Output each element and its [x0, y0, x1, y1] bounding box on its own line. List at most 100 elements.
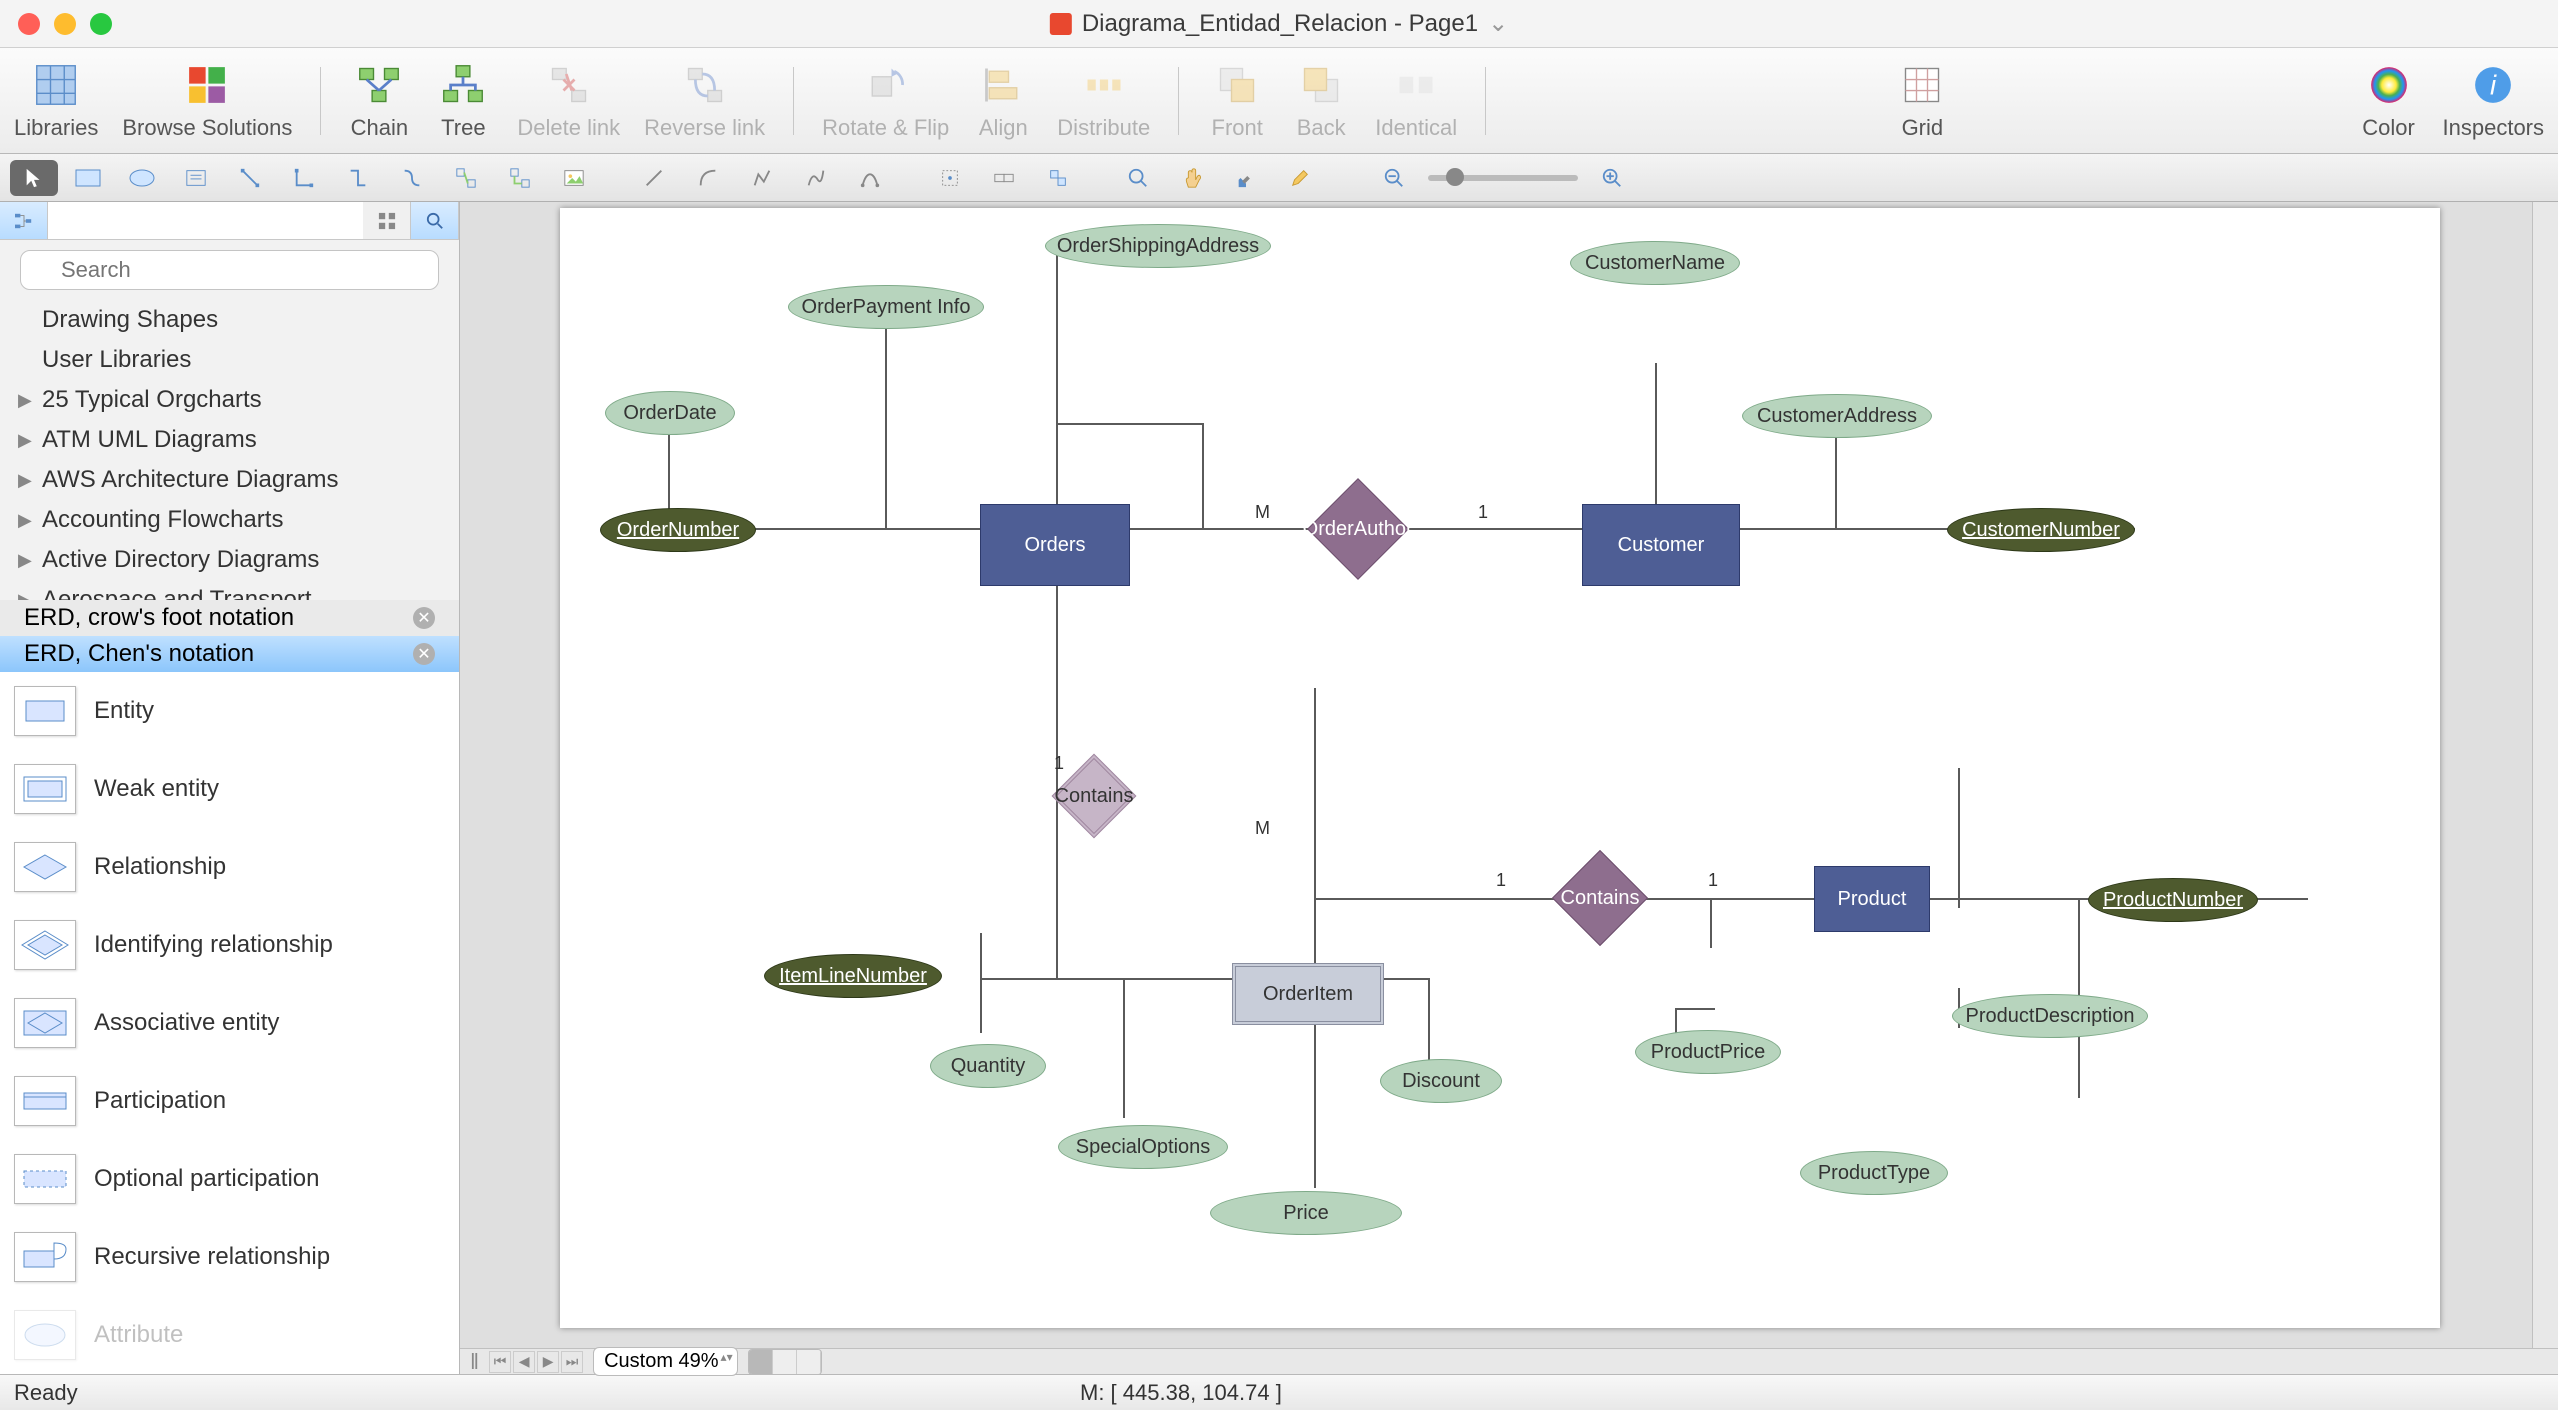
nav-first[interactable]: ⏮	[489, 1351, 511, 1373]
sidebar-tree-icon[interactable]	[0, 202, 48, 239]
lib-item-aws[interactable]: ▶AWS Architecture Diagrams	[0, 460, 459, 500]
canvas[interactable]: M 1 1 M 1 1 OrderDate OrderPayment Info …	[560, 208, 2440, 1328]
zoom-select[interactable]: Custom 49% ▴▾	[593, 1347, 738, 1376]
close-icon[interactable]: ✕	[413, 607, 435, 629]
lib-item-active-directory[interactable]: ▶Active Directory Diagrams	[0, 540, 459, 580]
shape-relationship[interactable]: Relationship	[0, 828, 459, 906]
eyedropper-tool[interactable]	[1222, 160, 1270, 196]
close-window-button[interactable]	[18, 13, 40, 35]
attr-customername[interactable]: CustomerName	[1570, 241, 1740, 285]
shape-identifying-relationship[interactable]: Identifying relationship	[0, 906, 459, 984]
selected-lib-chen[interactable]: ERD, Chen's notation ✕	[0, 636, 459, 672]
entity-orders[interactable]: Orders	[980, 504, 1130, 586]
connector-tool-3[interactable]	[334, 160, 382, 196]
shape-weak-entity[interactable]: Weak entity	[0, 750, 459, 828]
sidebar-search-icon[interactable]	[411, 202, 459, 239]
svg-text:i: i	[2490, 69, 2497, 100]
selected-lib-crows-foot[interactable]: ERD, crow's foot notation ✕	[0, 600, 459, 636]
attr-productdescription[interactable]: ProductDescription	[1952, 994, 2148, 1038]
close-icon[interactable]: ✕	[413, 643, 435, 665]
attr-price[interactable]: Price	[1210, 1191, 1402, 1235]
connector-tool-1[interactable]	[226, 160, 274, 196]
nav-prev[interactable]: ◀	[513, 1351, 535, 1373]
zoom-tool[interactable]	[1114, 160, 1162, 196]
lib-item-accounting[interactable]: ▶Accounting Flowcharts	[0, 500, 459, 540]
rect-tool[interactable]	[64, 160, 112, 196]
pointer-tool[interactable]	[10, 160, 58, 196]
lib-item-atm-uml[interactable]: ▶ATM UML Diagrams	[0, 420, 459, 460]
attr-productprice[interactable]: ProductPrice	[1635, 1030, 1781, 1074]
page-tabs[interactable]	[748, 1349, 822, 1375]
sidebar-grid-view-icon[interactable]	[363, 202, 411, 239]
chain-button[interactable]: Chain	[349, 61, 409, 141]
connector-tool-5[interactable]	[442, 160, 490, 196]
attr-orderpayment[interactable]: OrderPayment Info	[788, 285, 984, 329]
attr-orderdate[interactable]: OrderDate	[605, 391, 735, 435]
maximize-window-button[interactable]	[90, 13, 112, 35]
zoom-out-button[interactable]	[1370, 160, 1418, 196]
line-tool-4[interactable]	[792, 160, 840, 196]
shape-attribute[interactable]: Attribute	[0, 1296, 459, 1374]
canvas-area[interactable]: M 1 1 M 1 1 OrderDate OrderPayment Info …	[460, 202, 2532, 1348]
image-tool[interactable]	[550, 160, 598, 196]
ellipse-tool[interactable]	[118, 160, 166, 196]
collapse-icon[interactable]: ‖	[470, 1349, 479, 1375]
nav-last[interactable]: ⏭	[561, 1351, 583, 1373]
connector-tool-4[interactable]	[388, 160, 436, 196]
attr-discount[interactable]: Discount	[1380, 1059, 1502, 1103]
attr-customernumber[interactable]: CustomerNumber	[1947, 508, 2135, 552]
attr-itemlinenumber[interactable]: ItemLineNumber	[764, 954, 942, 998]
zoom-in-button[interactable]	[1588, 160, 1636, 196]
lib-item-orgcharts[interactable]: ▶25 Typical Orgcharts	[0, 380, 459, 420]
attr-producttype[interactable]: ProductType	[1800, 1151, 1948, 1195]
attr-ordershipping[interactable]: OrderShippingAddress	[1045, 224, 1271, 268]
library-search-input[interactable]	[20, 250, 439, 290]
rel-contains-2[interactable]: Contains	[1552, 850, 1648, 946]
snap-tool-2[interactable]	[980, 160, 1028, 196]
text-tool[interactable]	[172, 160, 220, 196]
attr-quantity[interactable]: Quantity	[930, 1044, 1046, 1088]
shape-list: Entity Weak entity Relationship Identify…	[0, 672, 459, 1374]
inspectors-button[interactable]: i Inspectors	[2443, 61, 2545, 141]
shape-participation[interactable]: Participation	[0, 1062, 459, 1140]
lib-item-drawing-shapes[interactable]: Drawing Shapes	[0, 300, 459, 340]
browse-solutions-button[interactable]: Browse Solutions	[122, 61, 292, 141]
line-tool-2[interactable]	[684, 160, 732, 196]
shape-recursive-relationship[interactable]: Recursive relationship	[0, 1218, 459, 1296]
rel-contains-1[interactable]: Contains	[1052, 754, 1137, 839]
attr-customeraddress[interactable]: CustomerAddress	[1742, 394, 1932, 438]
color-button[interactable]: Color	[2359, 61, 2419, 141]
shape-entity[interactable]: Entity	[0, 672, 459, 750]
attr-ordernumber[interactable]: OrderNumber	[600, 508, 756, 552]
shape-optional-participation[interactable]: Optional participation	[0, 1140, 459, 1218]
lib-item-aerospace[interactable]: ▶Aerospace and Transport	[0, 580, 459, 600]
line-tool-5[interactable]	[846, 160, 894, 196]
hand-tool[interactable]	[1168, 160, 1216, 196]
connector-tool-6[interactable]	[496, 160, 544, 196]
nav-next[interactable]: ▶	[537, 1351, 559, 1373]
minimize-window-button[interactable]	[54, 13, 76, 35]
right-scrollbar[interactable]	[2532, 202, 2558, 1348]
zoom-slider[interactable]	[1428, 175, 1578, 181]
entity-product[interactable]: Product	[1814, 866, 1930, 932]
snap-tool-3[interactable]	[1034, 160, 1082, 196]
pencil-tool[interactable]	[1276, 160, 1324, 196]
entity-orderitem[interactable]: OrderItem	[1232, 963, 1384, 1025]
line-tool-3[interactable]	[738, 160, 786, 196]
front-label: Front	[1212, 115, 1263, 141]
libraries-button[interactable]: Libraries	[14, 61, 98, 141]
line-tool-1[interactable]	[630, 160, 678, 196]
sidebar-top-row	[0, 202, 459, 240]
connector-tool-2[interactable]	[280, 160, 328, 196]
snap-tool-1[interactable]	[926, 160, 974, 196]
tree-button[interactable]: Tree	[433, 61, 493, 141]
shape-associative-entity[interactable]: Associative entity	[0, 984, 459, 1062]
grid-button[interactable]: Grid	[1892, 61, 1952, 141]
lib-item-user-libraries[interactable]: User Libraries	[0, 340, 459, 380]
attr-productnumber[interactable]: ProductNumber	[2088, 878, 2258, 922]
rel-orderauthor[interactable]: OrderAuthor	[1307, 478, 1409, 580]
sidebar-filter-input[interactable]	[48, 202, 363, 239]
entity-customer[interactable]: Customer	[1582, 504, 1740, 586]
attr-specialoptions[interactable]: SpecialOptions	[1058, 1125, 1228, 1169]
chevron-down-icon[interactable]: ⌄	[1488, 9, 1508, 38]
